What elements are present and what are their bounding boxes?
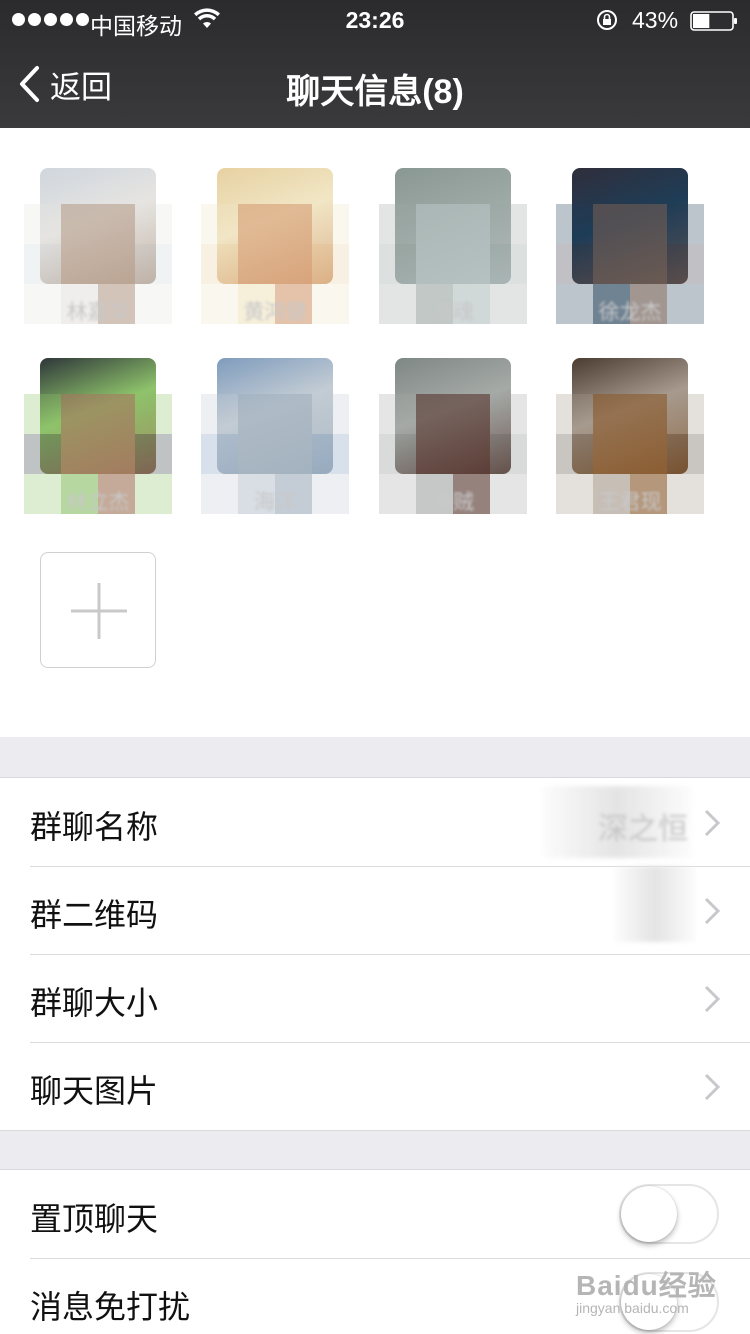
member-avatar <box>217 358 333 474</box>
member-name: 徐龙杰 <box>598 301 662 324</box>
battery-icon <box>690 11 737 31</box>
member-name: 海洋 <box>254 491 296 514</box>
member-grid: 林嘉华 黄鸿健 海魂 徐龙杰 林立杰 海洋 海贼 王君现 <box>0 128 750 737</box>
member-name: 海魂 <box>432 301 474 324</box>
group-size-row[interactable]: 群聊大小 <box>0 954 750 1042</box>
group-qrcode-row[interactable]: 群二维码 <box>0 866 750 954</box>
member-name: 林立杰 <box>66 491 130 514</box>
member-avatar <box>572 358 688 474</box>
row-label: 群聊大小 <box>30 985 159 1021</box>
row-label: 群二维码 <box>30 897 159 933</box>
add-member-button[interactable] <box>40 552 156 668</box>
status-bar: 中国移动 23:26 43% <box>0 0 750 40</box>
navigation-bar: 返回 聊天信息(8) <box>0 40 750 128</box>
chevron-right-icon <box>704 1073 720 1101</box>
member-avatar <box>395 168 511 284</box>
sticky-on-top-row: 置顶聊天 <box>0 1170 750 1258</box>
qrcode-thumbnail <box>614 866 696 942</box>
member-name: 海贼 <box>432 491 474 514</box>
chat-images-row[interactable]: 聊天图片 <box>0 1042 750 1130</box>
baidu-watermark: Baidu经验 jingyan.baidu.com <box>576 1260 746 1322</box>
row-label: 群聊名称 <box>30 809 159 845</box>
plus-icon <box>71 583 127 639</box>
chevron-right-icon <box>704 809 720 837</box>
group-name-value: 深之恒 <box>598 813 688 846</box>
member-name: 林嘉华 <box>66 301 130 324</box>
battery-percent: 43% <box>632 7 679 33</box>
member-avatar <box>572 168 688 284</box>
member-name: 黄鸿健 <box>243 301 307 324</box>
member-avatar <box>217 168 333 284</box>
row-label: 置顶聊天 <box>30 1201 159 1237</box>
chevron-right-icon <box>704 897 720 925</box>
rotation-lock-icon <box>597 10 617 30</box>
header: 中国移动 23:26 43% 返回 聊天信息(8) <box>0 0 750 128</box>
member-avatar <box>395 358 511 474</box>
watermark-url: jingyan.baidu.com <box>576 1300 689 1316</box>
row-label: 聊天图片 <box>30 1073 159 1109</box>
member-avatar <box>40 168 156 284</box>
settings-group-info: 群聊名称 深之恒 群二维码 群聊大小 聊天图片 <box>0 777 750 1131</box>
member-avatar <box>40 358 156 474</box>
row-label: 消息免打扰 <box>30 1289 191 1325</box>
sticky-on-top-toggle[interactable] <box>619 1184 719 1244</box>
toggle-knob <box>621 1186 677 1242</box>
chevron-right-icon <box>704 985 720 1013</box>
watermark-title: Baidu经验 <box>576 1270 717 1301</box>
group-name-row[interactable]: 群聊名称 深之恒 <box>0 778 750 866</box>
page-title: 聊天信息(8) <box>286 73 464 111</box>
member-name: 王君现 <box>598 491 662 514</box>
